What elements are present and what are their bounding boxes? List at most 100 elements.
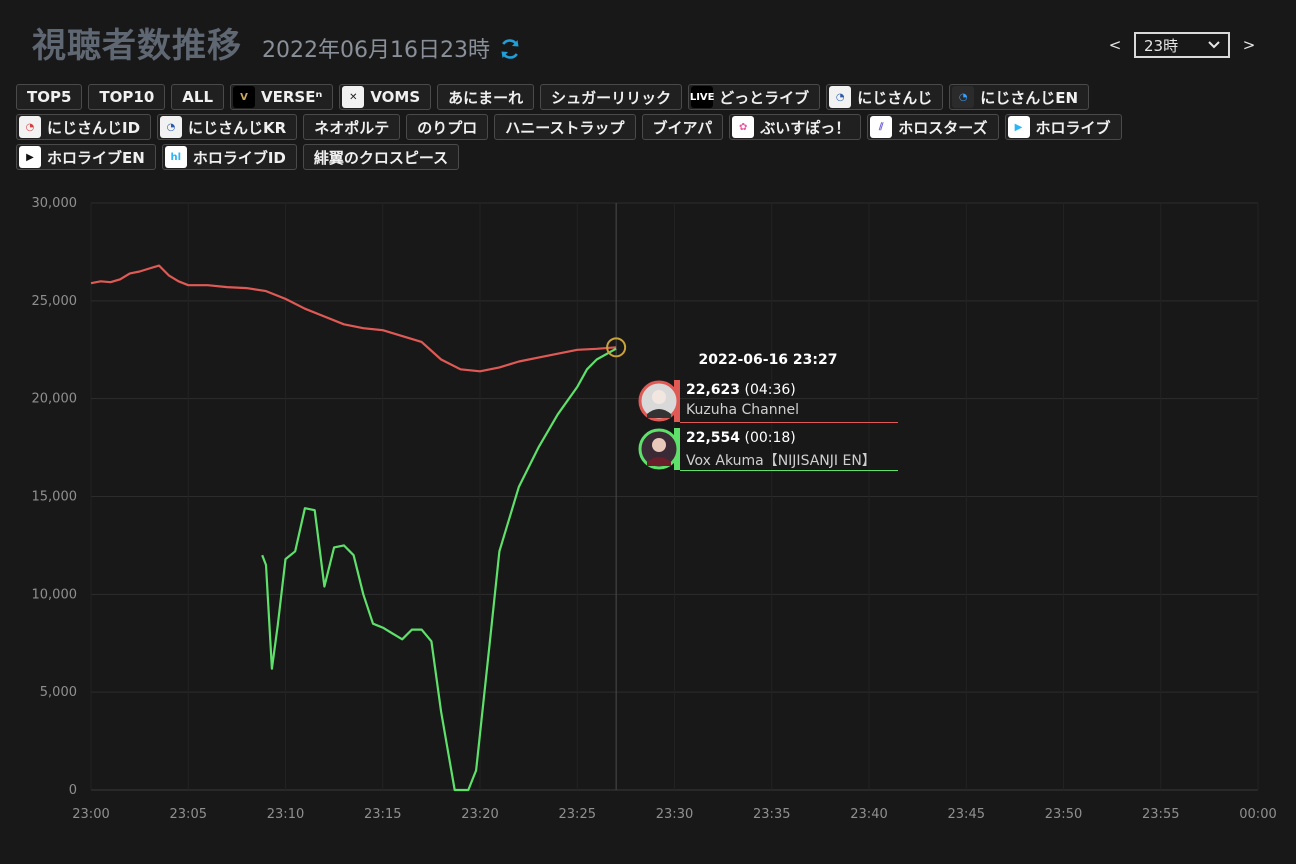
series-line-0 bbox=[90, 264, 617, 373]
filter-chip-label: TOP10 bbox=[99, 88, 155, 106]
filter-chip-label: ハニーストラップ bbox=[505, 118, 625, 137]
next-hour-button[interactable]: > bbox=[1236, 36, 1262, 54]
filter-chip-label: ホロスターズ bbox=[898, 118, 988, 137]
hololive-logo-icon: ▶ bbox=[1007, 116, 1030, 138]
x-tick-label: 23:25 bbox=[559, 807, 596, 822]
filter-row: ▶ ホロライブEN hl ホロライブID 緋翼のクロスピース bbox=[10, 144, 1286, 170]
filter-chip[interactable]: hl ホロライブID bbox=[161, 144, 297, 170]
tooltip-value: 22,623 bbox=[686, 382, 741, 398]
x-tick-label: 23:35 bbox=[753, 807, 790, 822]
filter-chip[interactable]: TOP5 bbox=[16, 84, 83, 110]
filter-chip[interactable]: ブイアパ bbox=[641, 114, 724, 140]
filter-chip[interactable]: ◔ にじさんじID bbox=[16, 114, 152, 140]
tooltip-time: 2022-06-16 23:27 bbox=[698, 352, 838, 368]
x-tick-label: 23:10 bbox=[267, 807, 304, 822]
filter-chip-label: にじさんじKR bbox=[188, 118, 287, 137]
filter-row: TOP5 TOP10 ALL V VERSEⁿ ✕ VOMS あにまーれ シュガーリリック LIV… bbox=[10, 84, 1286, 110]
filter-chip-label: ホロライブEN bbox=[47, 148, 145, 167]
tooltip-underline bbox=[680, 422, 898, 423]
filter-chip-label: のりプロ bbox=[417, 118, 478, 137]
hour-navigation: < 23時 > bbox=[1102, 32, 1262, 58]
filter-row: ◔ にじさんじID ◔ にじさんじKR ネオポルテ のりプロ ハニーストラップ ブイアパ ✿ ぶい… bbox=[10, 114, 1286, 140]
filter-chip-label: ホロライブ bbox=[1035, 118, 1111, 137]
tooltip-entry: 22,554 (00:18) Vox Akuma【NIJISANJI EN】 bbox=[638, 426, 900, 472]
hololive-en-logo-icon: ▶ bbox=[19, 146, 41, 168]
group-filter-bar: TOP5 TOP10 ALL V VERSEⁿ ✕ VOMS あにまーれ シュガーリリック LIV… bbox=[10, 84, 1286, 174]
filter-chip-label: ネオポルテ bbox=[314, 118, 390, 137]
filter-chip[interactable]: LIVE どっとライブ bbox=[688, 84, 821, 110]
hour-select-value: 23時 bbox=[1144, 36, 1179, 55]
y-tick-label: 10,000 bbox=[32, 587, 78, 602]
filter-chip[interactable]: ▶ ホロライブEN bbox=[16, 144, 156, 170]
filter-chip[interactable]: ALL bbox=[171, 84, 225, 110]
tooltip-underline bbox=[680, 470, 898, 471]
refresh-icon[interactable] bbox=[498, 37, 522, 61]
filter-chip-label: どっとライブ bbox=[719, 88, 810, 107]
vspo-logo-icon: ✿ bbox=[732, 116, 755, 138]
x-tick-label: 23:00 bbox=[72, 807, 109, 822]
chevron-down-icon bbox=[1208, 41, 1220, 49]
filter-chip-label: シュガーリリック bbox=[551, 88, 672, 107]
x-tick-label: 23:05 bbox=[170, 807, 207, 822]
tooltip-channel-name: Kuzuha Channel bbox=[686, 402, 799, 418]
nijisanji-id-logo-icon: ◔ bbox=[19, 116, 41, 138]
page-title: 視聴者数推移 bbox=[32, 26, 242, 66]
y-tick-label: 5,000 bbox=[40, 685, 77, 700]
viewer-count-chart: 0 5,000 10,000 15,000 20,000 25,000 30,000 23:0… bbox=[32, 196, 1277, 822]
filter-chip[interactable]: TOP10 bbox=[88, 84, 166, 110]
y-tick-label: 0 bbox=[69, 783, 77, 798]
filter-chip-label: ぶいすぽっ！ bbox=[760, 118, 851, 137]
channel-avatar bbox=[638, 380, 680, 422]
filter-chip-label: ホロライブID bbox=[192, 148, 286, 167]
filter-chip[interactable]: ハニーストラップ bbox=[494, 114, 636, 140]
filter-chip[interactable]: ▶ ホロライブ bbox=[1004, 114, 1122, 140]
filter-chip[interactable]: ネオポルテ bbox=[303, 114, 401, 140]
tooltip-value: 22,554 bbox=[686, 430, 741, 446]
hololive-id-logo-icon: hl bbox=[164, 146, 187, 168]
filter-chip-label: ALL bbox=[182, 88, 214, 106]
tooltip-duration: (04:36) bbox=[744, 382, 796, 398]
y-tick-label: 30,000 bbox=[32, 196, 78, 211]
filter-chip[interactable]: ⫽ ホロスターズ bbox=[867, 114, 999, 140]
y-tick-label: 15,000 bbox=[32, 490, 78, 505]
chart-tooltip: 2022-06-16 23:27 22,623 (04:36) Kuzuha Ch… bbox=[638, 348, 900, 474]
filter-chip-label: TOP5 bbox=[27, 88, 72, 106]
nijisanji-kr-logo-icon: ◔ bbox=[160, 116, 183, 138]
filter-chip[interactable]: V VERSEⁿ bbox=[230, 84, 334, 110]
filter-chip[interactable]: ◔ にじさんじ bbox=[826, 84, 944, 110]
filter-chip[interactable]: ◔ にじさんじEN bbox=[949, 84, 1090, 110]
filter-chip[interactable]: 緋翼のクロスピース bbox=[302, 144, 460, 170]
filter-chip-label: 緋翼のクロスピース bbox=[313, 148, 449, 167]
verse-logo-icon: V bbox=[233, 86, 256, 108]
x-tick-label: 23:20 bbox=[461, 807, 498, 822]
channel-avatar bbox=[638, 428, 680, 470]
hour-select[interactable]: 23時 bbox=[1134, 32, 1230, 58]
filter-chip[interactable]: ✕ VOMS bbox=[339, 84, 432, 110]
current-datetime: 2022年06月16日23時 bbox=[262, 38, 490, 63]
filter-chip-label: にじさんじ bbox=[857, 88, 933, 107]
filter-chip-label: ブイアパ bbox=[652, 118, 713, 137]
filter-chip[interactable]: のりプロ bbox=[406, 114, 489, 140]
filter-chip[interactable]: ✿ ぶいすぽっ！ bbox=[729, 114, 862, 140]
y-tick-label: 20,000 bbox=[32, 392, 78, 407]
tooltip-duration: (00:18) bbox=[744, 430, 796, 446]
filter-chip-label: にじさんじEN bbox=[980, 88, 1079, 107]
filter-chip-label: にじさんじID bbox=[47, 118, 141, 137]
x-tick-label: 23:30 bbox=[656, 807, 693, 822]
voms-logo-icon: ✕ bbox=[342, 86, 365, 108]
x-tick-label: 23:40 bbox=[850, 807, 887, 822]
filter-chip[interactable]: あにまーれ bbox=[437, 84, 535, 110]
y-tick-label: 25,000 bbox=[32, 294, 78, 309]
filter-chip-label: あにまーれ bbox=[448, 88, 524, 107]
tooltip-entry: 22,623 (04:36) Kuzuha Channel bbox=[638, 378, 900, 424]
x-tick-label: 23:15 bbox=[364, 807, 401, 822]
previous-hour-button[interactable]: < bbox=[1102, 36, 1128, 54]
x-tick-label: 00:00 bbox=[1239, 807, 1276, 822]
filter-chip[interactable]: ◔ にじさんじKR bbox=[157, 114, 298, 140]
nijisanji-logo-icon: ◔ bbox=[829, 86, 852, 108]
filter-chip[interactable]: シュガーリリック bbox=[540, 84, 683, 110]
filter-chip-label: VERSEⁿ bbox=[261, 88, 323, 106]
page-header: 視聴者数推移 2022年06月16日23時 bbox=[32, 18, 522, 66]
filter-chip-label: VOMS bbox=[370, 88, 421, 106]
nijisanji-en-logo-icon: ◔ bbox=[952, 86, 975, 108]
